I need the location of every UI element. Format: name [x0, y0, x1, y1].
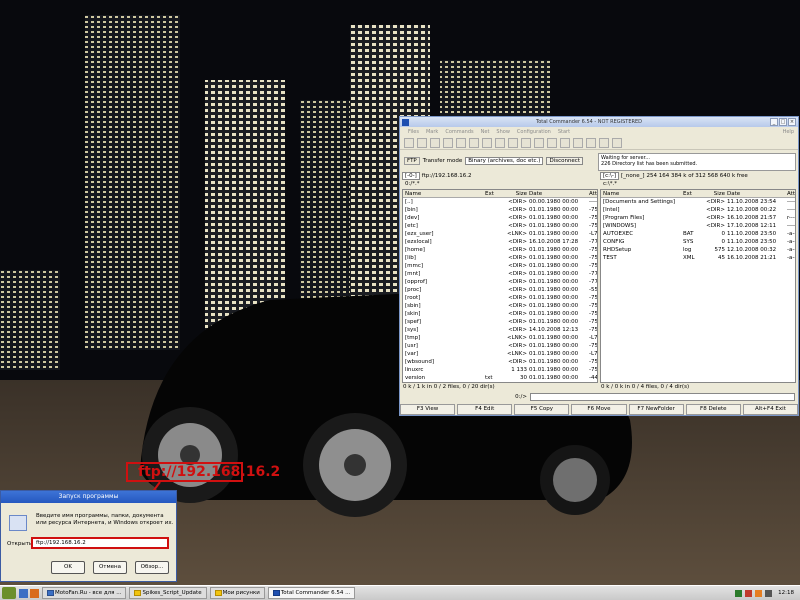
task-label: Мои рисунки [222, 590, 260, 596]
task-label: Total Commander 6.54 ... [280, 590, 351, 596]
folder-icon [134, 589, 142, 596]
run-dialog-text: Введите имя программы, папки, документа … [36, 513, 174, 526]
taskbar-item-active[interactable]: Total Commander 6.54 ... [267, 587, 356, 599]
quicklaunch-icon[interactable] [19, 588, 28, 598]
system-tray [735, 589, 773, 597]
ok-button[interactable]: OK [51, 561, 85, 574]
start-button[interactable] [2, 587, 16, 599]
tray-icon[interactable] [745, 589, 753, 597]
taskbar-item[interactable]: Spikes_Script_Update [129, 587, 207, 599]
volume-icon[interactable] [765, 589, 773, 597]
open-label: Открыть: [7, 541, 34, 547]
total-commander-icon [272, 589, 280, 596]
taskbar-item[interactable]: MotoFan.Ru - все для ... [42, 587, 127, 599]
clock: 12:18 [778, 590, 794, 596]
taskbar: MotoFan.Ru - все для ... Spikes_Script_U… [0, 585, 800, 600]
run-dialog-title: Запуск программы [1, 491, 176, 503]
browse-button[interactable]: Обзор... [135, 561, 169, 574]
run-icon [9, 515, 27, 531]
run-dialog[interactable]: Запуск программы Введите имя программы, … [0, 490, 177, 582]
cancel-button[interactable]: Отмена [93, 561, 127, 574]
quicklaunch-icon[interactable] [30, 588, 39, 598]
tray-icon[interactable] [755, 589, 763, 597]
task-label: Spikes_Script_Update [142, 590, 202, 596]
browser-icon [47, 589, 54, 596]
open-input[interactable]: ftp://192.168.16.2 [31, 537, 169, 549]
task-label: MotoFan.Ru - все для ... [55, 590, 122, 596]
taskbar-item[interactable]: Мои рисунки [209, 587, 265, 599]
tray-icon[interactable] [735, 589, 743, 597]
folder-icon [214, 589, 222, 596]
